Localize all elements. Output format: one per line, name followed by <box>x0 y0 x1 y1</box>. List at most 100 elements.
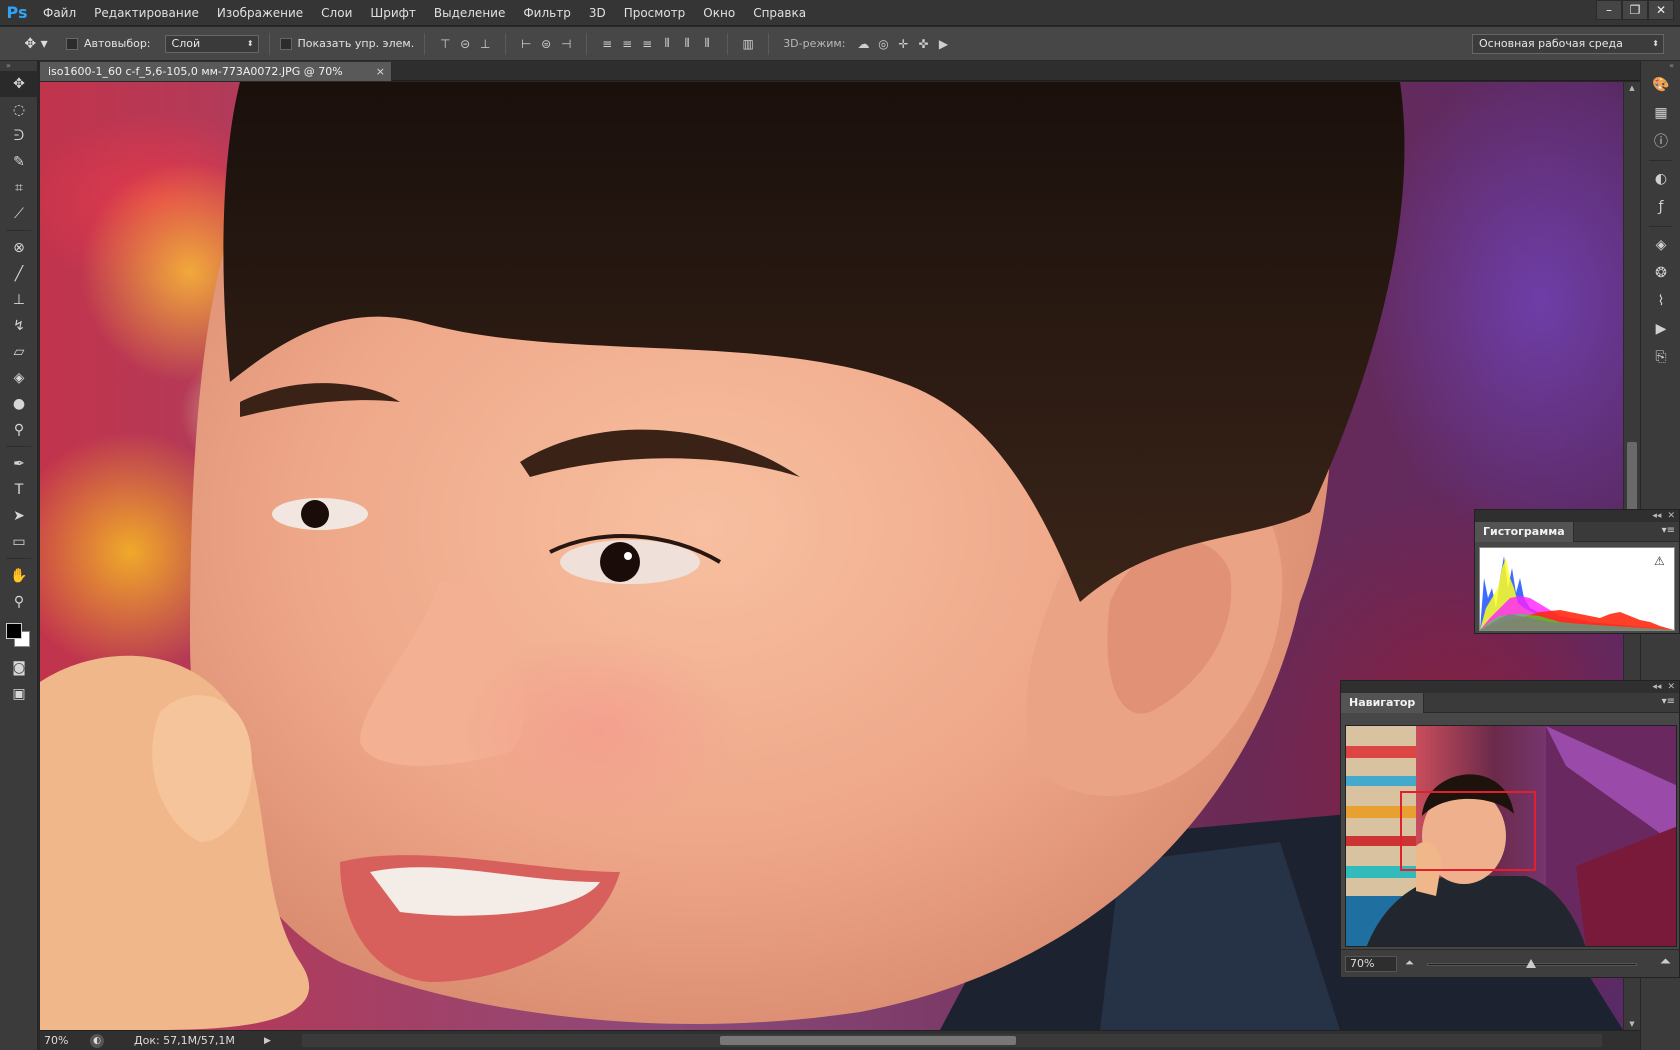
autoselect-dropdown[interactable]: Слой ⬍ <box>164 34 259 53</box>
blur-tool-icon[interactable]: ● <box>0 391 38 417</box>
lasso-tool-icon[interactable]: ᕭ <box>0 123 38 149</box>
actions-panel-icon[interactable]: ▶ <box>1641 315 1680 343</box>
navigator-zoom-input[interactable]: 70% <box>1345 956 1397 972</box>
paths-panel-icon[interactable]: ⌇ <box>1641 287 1680 315</box>
dock-collapse-icon[interactable]: « <box>1641 61 1680 71</box>
scroll-up-icon[interactable]: ▲ <box>1624 82 1640 94</box>
menu-window[interactable]: Окно <box>694 0 744 26</box>
history-panel-icon[interactable]: ⎘ <box>1641 343 1680 371</box>
zoom-in-icon[interactable]: ⏶ <box>1660 954 1671 970</box>
swatches-panel-icon[interactable]: ▦ <box>1641 99 1680 127</box>
type-tool-icon[interactable]: T <box>0 477 38 503</box>
quick-select-tool-icon[interactable]: ✎ <box>0 149 38 175</box>
roll-3d-icon[interactable]: ◎ <box>873 35 893 53</box>
collapse-panel-icon[interactable]: ◂◂ <box>1652 682 1661 692</box>
menu-help[interactable]: Справка <box>744 0 815 26</box>
history-brush-tool-icon[interactable]: ↯ <box>0 313 38 339</box>
close-panel-icon[interactable]: ✕ <box>1667 511 1675 521</box>
panel-header: ◂◂ ✕ <box>1475 510 1679 522</box>
close-panel-icon[interactable]: ✕ <box>1667 682 1675 692</box>
menu-file[interactable]: Файл <box>34 0 85 26</box>
menu-image[interactable]: Изображение <box>208 0 312 26</box>
orbit-3d-icon[interactable]: ☁ <box>853 35 873 53</box>
slide-3d-icon[interactable]: ✜ <box>913 35 933 53</box>
document-tab[interactable]: iso1600-1_60 c-f_5,6-105,0 мм-773A0072.J… <box>40 62 392 97</box>
eraser-tool-icon[interactable]: ▱ <box>0 339 38 365</box>
menu-type[interactable]: Шрифт <box>361 0 425 26</box>
adjustments-panel-icon[interactable]: ◐ <box>1641 165 1680 193</box>
restore-button[interactable]: ❐ <box>1622 0 1648 20</box>
eyedropper-tool-icon[interactable]: ⟋ <box>0 201 38 227</box>
hand-tool-icon[interactable]: ✋ <box>0 563 38 589</box>
scroll-down-icon[interactable]: ▼ <box>1624 1018 1640 1030</box>
menu-select[interactable]: Выделение <box>425 0 514 26</box>
panel-menu-icon[interactable]: ▾≡ <box>1662 696 1675 707</box>
zoom-tool-icon[interactable]: ⚲ <box>0 589 38 615</box>
navigator-thumbnail[interactable] <box>1345 725 1677 947</box>
align-bottom-icon[interactable]: ⊥ <box>475 35 495 53</box>
tab-navigator[interactable]: Навигатор <box>1341 693 1425 713</box>
distribute-right-icon[interactable]: ⦀ <box>697 35 717 53</box>
scale-3d-icon[interactable]: ▶ <box>933 35 953 53</box>
dropdown-arrow-icon: ⬍ <box>246 38 254 48</box>
align-left-icon[interactable]: ⊢ <box>516 35 536 53</box>
navigator-view-frame[interactable] <box>1400 791 1536 871</box>
path-select-tool-icon[interactable]: ➤ <box>0 503 38 529</box>
panel-menu-icon[interactable]: ▾≡ <box>1662 525 1675 536</box>
marquee-tool-icon[interactable]: ◌ <box>0 97 38 123</box>
navigator-zoom-slider[interactable] <box>1427 959 1637 968</box>
horizontal-scroll-thumb[interactable] <box>720 1036 1016 1045</box>
menu-3d[interactable]: 3D <box>580 0 615 26</box>
styles-panel-icon[interactable]: ƒ <box>1641 193 1680 221</box>
healing-brush-tool-icon[interactable]: ⊗ <box>0 235 38 261</box>
align-right-icon[interactable]: ⊣ <box>556 35 576 53</box>
collapse-panel-icon[interactable]: ◂◂ <box>1652 511 1661 521</box>
minimize-button[interactable]: – <box>1596 0 1622 20</box>
distribute-vcenter-icon[interactable]: ≡ <box>617 35 637 53</box>
pen-tool-icon[interactable]: ✒ <box>0 451 38 477</box>
doc-info-icon[interactable]: ◐ <box>90 1033 104 1048</box>
menu-layer[interactable]: Слои <box>312 0 361 26</box>
screen-mode-icon[interactable]: ▣ <box>0 681 38 707</box>
move-tool-icon[interactable]: ✥ <box>0 71 38 97</box>
zoom-out-icon[interactable]: ⏶ <box>1405 956 1414 970</box>
align-vcenter-icon[interactable]: ⊝ <box>455 35 475 53</box>
info-panel-icon[interactable]: ⓘ <box>1641 127 1680 155</box>
quick-mask-icon[interactable]: ◙ <box>0 655 38 681</box>
rectangle-tool-icon[interactable]: ▭ <box>0 529 38 555</box>
panel-collapse-icon[interactable]: » <box>0 61 37 71</box>
auto-align-icon[interactable]: ▥ <box>738 35 758 53</box>
divider <box>586 32 588 55</box>
pan-3d-icon[interactable]: ✛ <box>893 35 913 53</box>
channels-panel-icon[interactable]: ❂ <box>1641 259 1680 287</box>
clone-stamp-tool-icon[interactable]: ⊥ <box>0 287 38 313</box>
color-panel-icon[interactable]: 🎨 <box>1641 71 1680 99</box>
foreground-color-swatch[interactable] <box>6 623 22 639</box>
close-tab-icon[interactable]: × <box>376 62 385 81</box>
distribute-bottom-icon[interactable]: ≡ <box>637 35 657 53</box>
menu-edit[interactable]: Редактирование <box>85 0 208 26</box>
crop-tool-icon[interactable]: ⌗ <box>0 175 38 201</box>
status-menu-arrow-icon[interactable]: ▶ <box>264 1036 271 1046</box>
distribute-left-icon[interactable]: ⦀ <box>657 35 677 53</box>
align-hcenter-icon[interactable]: ⊜ <box>536 35 556 53</box>
menu-filter[interactable]: Фильтр <box>514 0 579 26</box>
workspace-dropdown[interactable]: Основная рабочая среда ⬍ <box>1472 34 1664 54</box>
paint-bucket-tool-icon[interactable]: ◈ <box>0 365 38 391</box>
status-zoom[interactable]: 70% <box>40 1034 90 1047</box>
close-button[interactable]: ✕ <box>1648 0 1674 20</box>
cache-warning-icon[interactable]: ⚠ <box>1654 554 1668 568</box>
menu-view[interactable]: Просмотр <box>615 0 695 26</box>
distribute-hcenter-icon[interactable]: ⦀ <box>677 35 697 53</box>
autoselect-checkbox[interactable] <box>66 37 78 50</box>
horizontal-scrollbar[interactable] <box>302 1034 1602 1047</box>
show-controls-checkbox[interactable] <box>279 37 292 50</box>
tab-histogram[interactable]: Гистограмма <box>1475 522 1574 542</box>
align-top-icon[interactable]: ⊤ <box>435 35 455 53</box>
distribute-top-icon[interactable]: ≡ <box>597 35 617 53</box>
move-tool-preset-icon[interactable]: ✥ ▾ <box>16 36 56 52</box>
zoom-slider-knob[interactable] <box>1526 959 1536 968</box>
dodge-tool-icon[interactable]: ⚲ <box>0 417 38 443</box>
brush-tool-icon[interactable]: ╱ <box>0 261 38 287</box>
layers-panel-icon[interactable]: ◈ <box>1641 231 1680 259</box>
